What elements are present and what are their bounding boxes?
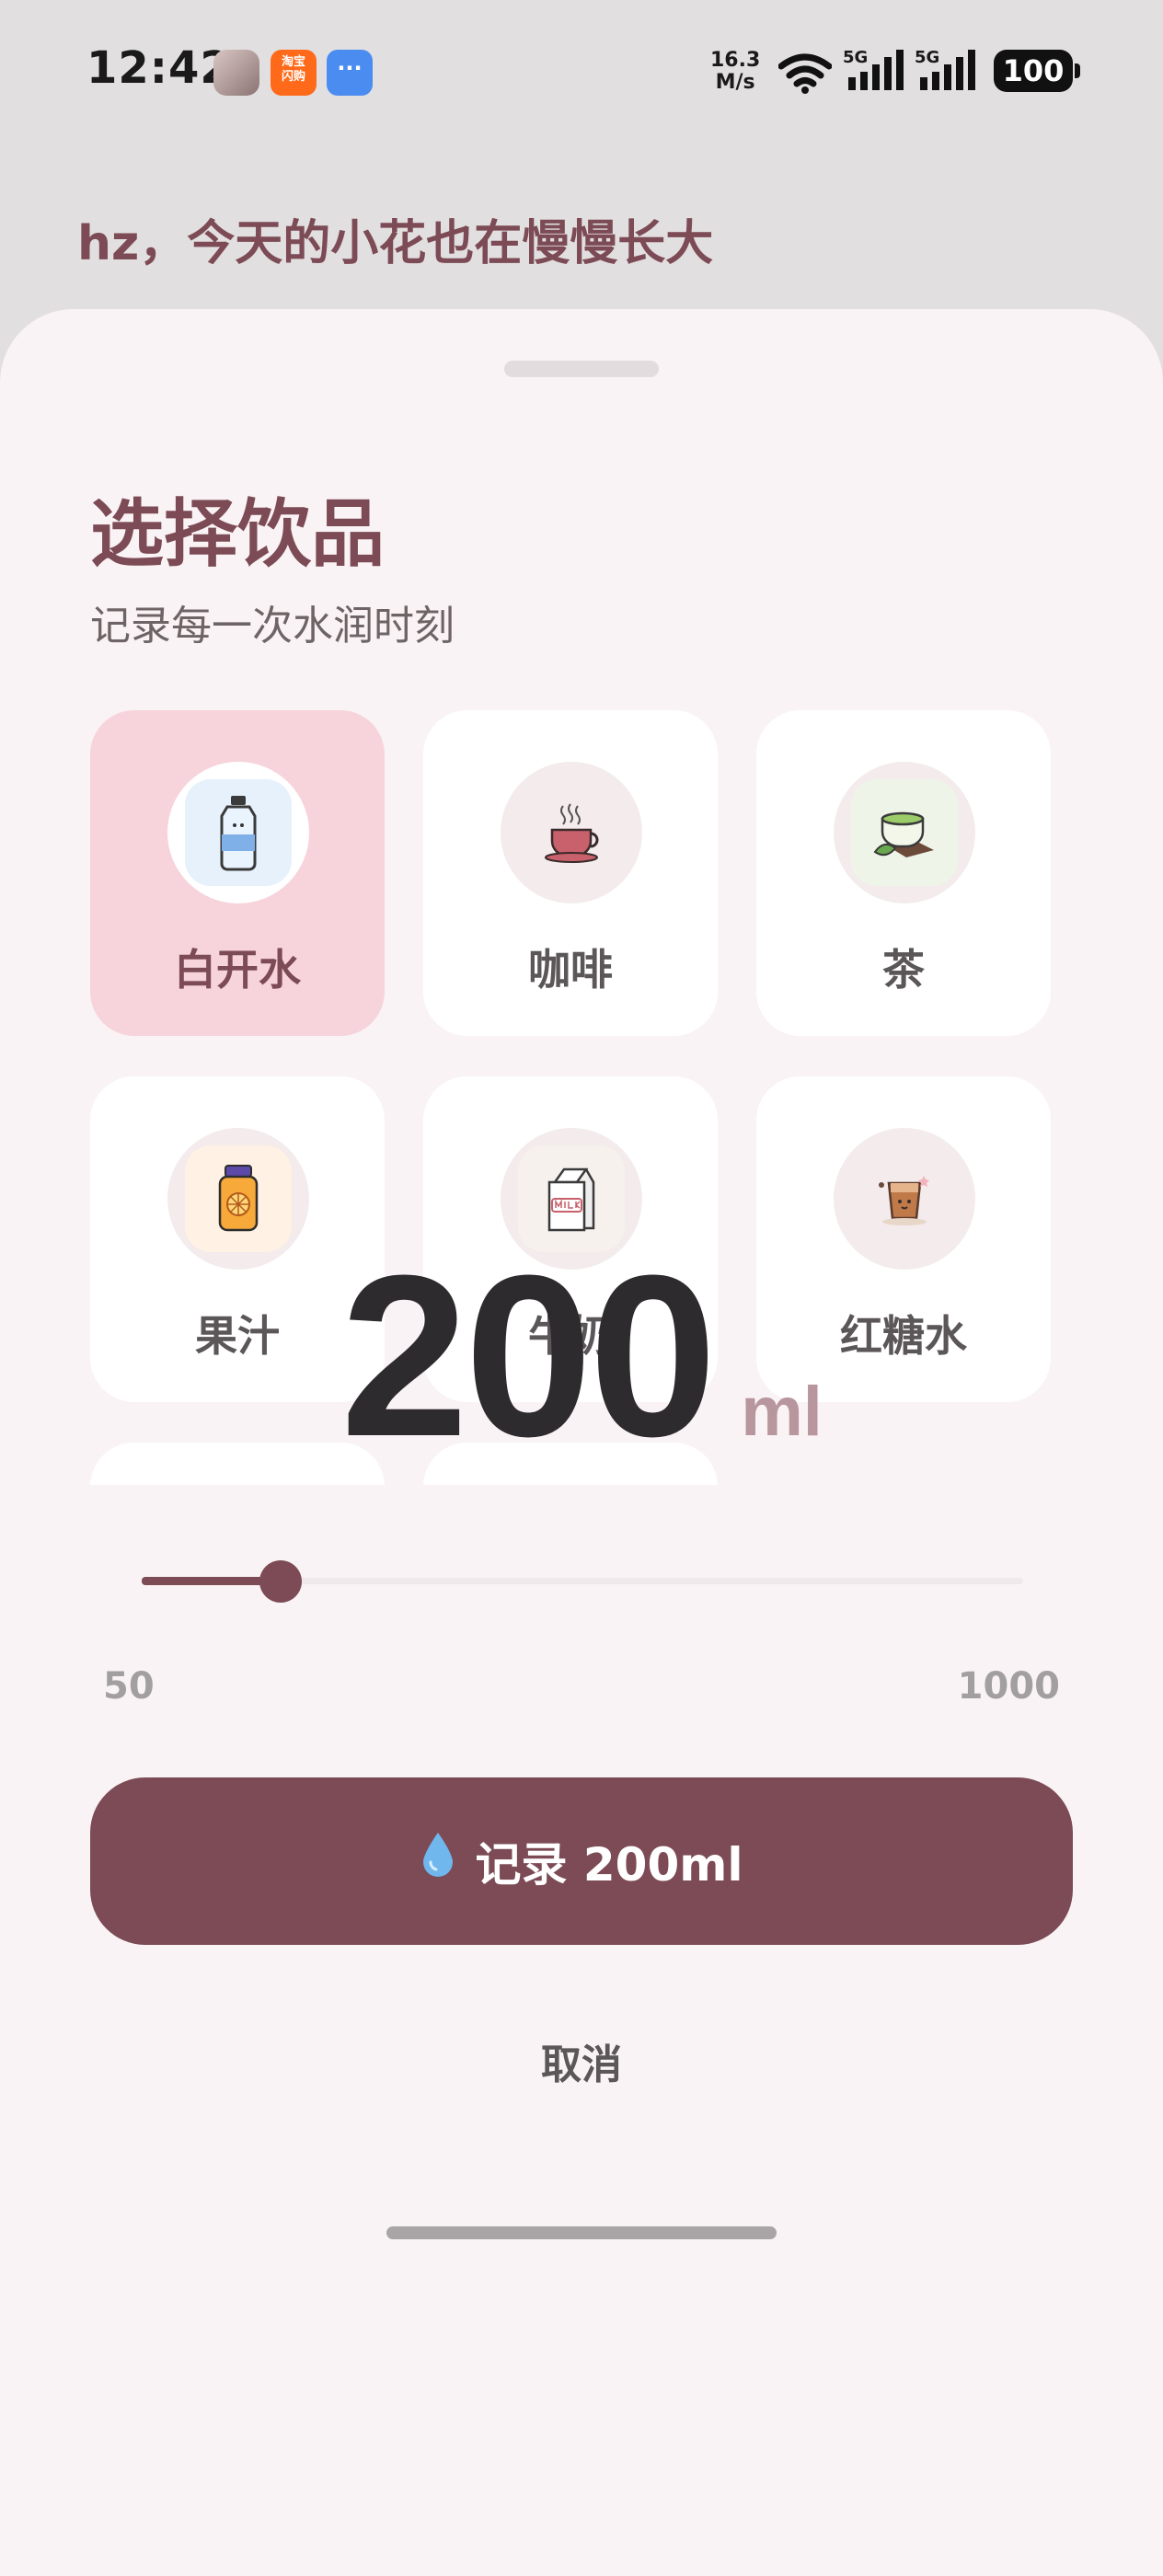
- slider-thumb[interactable]: [259, 1560, 303, 1603]
- network-speed-value: 16.3: [710, 49, 761, 72]
- tea-cup-icon: [851, 779, 958, 886]
- water-drop-icon: [420, 1831, 456, 1892]
- record-button-label: 记录 200ml: [475, 1838, 743, 1892]
- amount-display: 200 ml: [0, 1224, 1163, 1488]
- drink-select-sheet: 选择饮品 记录每一次水润时刻 白开水 咖啡 茶 果汁 牛奶 红糖水 200 ml…: [0, 309, 1163, 2576]
- drink-card-label: 白开水: [174, 945, 301, 995]
- slider-max-label: 1000: [957, 1665, 1060, 1708]
- wifi-icon: [778, 53, 832, 94]
- drink-card-label: 咖啡: [528, 945, 613, 995]
- drink-card-tea[interactable]: 茶: [756, 710, 1051, 1036]
- status-time: 12:42: [86, 42, 232, 94]
- water-bottle-icon: [185, 779, 292, 886]
- sheet-drag-handle[interactable]: [504, 361, 659, 377]
- greeting-text: hz，今天的小花也在慢慢长大: [77, 216, 714, 271]
- taobao-app-icon: 淘宝 闪购: [271, 50, 317, 96]
- amount-value: 200: [340, 1227, 717, 1484]
- battery-indicator: 100: [994, 50, 1080, 92]
- sheet-title: 选择饮品: [90, 491, 385, 577]
- cancel-button[interactable]: 取消: [0, 2031, 1163, 2090]
- drink-icon-circle: [167, 762, 309, 903]
- drink-card-coffee[interactable]: 咖啡: [423, 710, 718, 1036]
- network-speed-unit: M/s: [715, 71, 755, 94]
- drink-icon-circle: [834, 762, 975, 903]
- amount-unit: ml: [741, 1373, 823, 1451]
- avatar-app-icon: [213, 50, 259, 96]
- network-speed: 16.3 M/s: [710, 50, 760, 94]
- drink-card-water[interactable]: 白开水: [90, 710, 385, 1036]
- coffee-cup-icon: [518, 779, 625, 886]
- message-app-icon: [327, 50, 373, 96]
- amount-slider[interactable]: [142, 1560, 1023, 1603]
- home-indicator[interactable]: [386, 2226, 777, 2239]
- status-bar: 12:42 淘宝闪购 16.3 M/s 5G 5G 100: [0, 0, 1163, 147]
- slider-min-label: 50: [103, 1665, 155, 1708]
- sheet-subtitle: 记录每一次水润时刻: [90, 603, 455, 650]
- record-button[interactable]: 记录 200ml: [90, 1777, 1073, 1945]
- drink-icon-circle: [501, 762, 642, 903]
- drink-card-label: 茶: [882, 945, 925, 995]
